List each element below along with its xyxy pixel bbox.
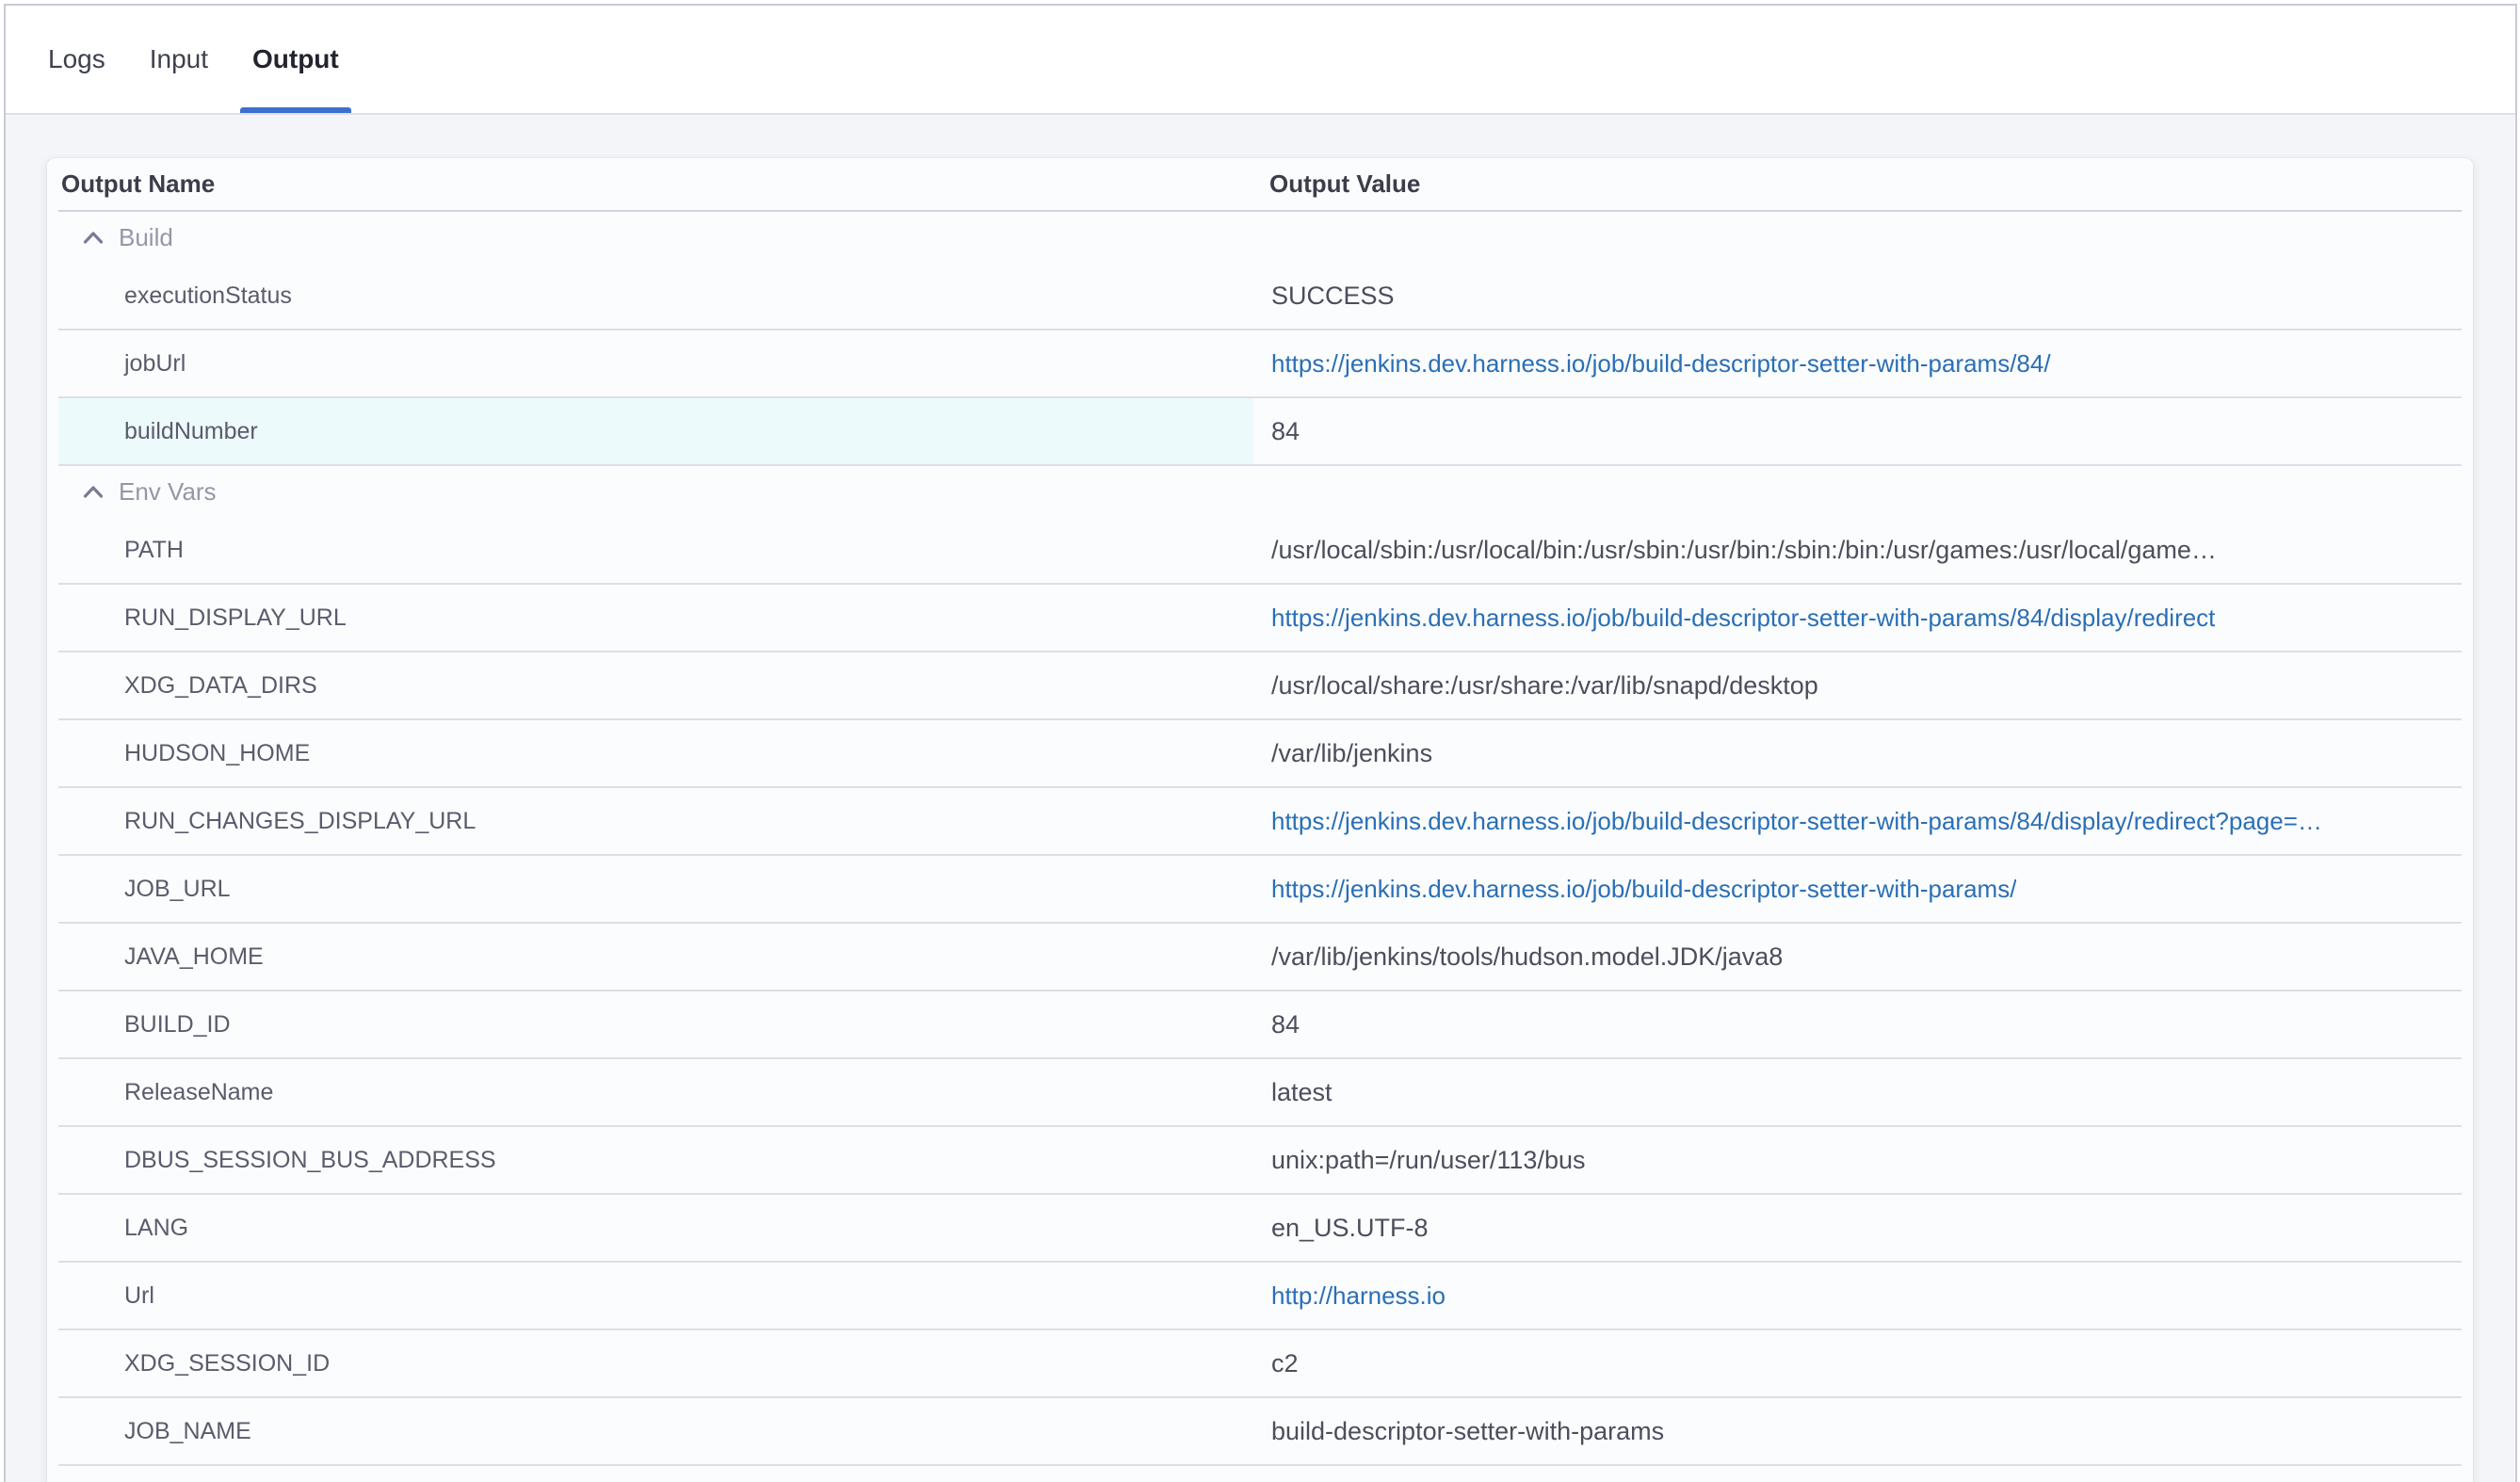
- group-label: Build: [119, 223, 173, 252]
- step-details-drawer: LogsInputOutput Output Name Output Value…: [4, 4, 2517, 1482]
- output-value-cell: https://jenkins.dev.harness.io/job/build…: [1253, 788, 2462, 854]
- table-row[interactable]: buildNumber84: [58, 398, 2462, 466]
- tab-logs[interactable]: Logs: [36, 6, 118, 113]
- tab-input[interactable]: Input: [137, 6, 220, 113]
- table-row[interactable]: XDG_DATA_DIRS/usr/local/share:/usr/share…: [58, 652, 2462, 720]
- output-name-cell: RUN_DISPLAY_URL: [58, 585, 1253, 651]
- table-row[interactable]: LANGen_US.UTF-8: [58, 1195, 2462, 1263]
- table-row[interactable]: PATH/usr/local/sbin:/usr/local/bin:/usr/…: [58, 517, 2462, 585]
- output-value-cell: /usr/local/share:/usr/share:/var/lib/sna…: [1253, 652, 2462, 718]
- output-value-cell: https://jenkins.dev.harness.io/job/build…: [1253, 330, 2462, 396]
- output-value-cell: 84: [1253, 991, 2462, 1057]
- table-row[interactable]: jobUrl https://jenkins.dev.harness.io/job…: [58, 330, 2462, 398]
- table-row[interactable]: JAVA_HOME/var/lib/jenkins/tools/hudson.m…: [58, 924, 2462, 991]
- group-label: Env Vars: [119, 477, 217, 507]
- tab-output[interactable]: Output: [240, 6, 351, 113]
- output-name-cell: DBUS_SESSION_BUS_ADDRESS: [58, 1127, 1253, 1193]
- tab-bar: LogsInputOutput: [6, 6, 2515, 115]
- output-name-cell: buildNumber: [58, 398, 1253, 464]
- output-value-cell: /var/lib/jenkins: [1253, 720, 2462, 786]
- output-value-link[interactable]: https://jenkins.dev.harness.io/job/build…: [1271, 604, 2215, 633]
- table-row[interactable]: JOB_URL https://jenkins.dev.harness.io/jo…: [58, 856, 2462, 924]
- table-row[interactable]: HUDSON_HOME/var/lib/jenkins: [58, 720, 2462, 788]
- output-value-link[interactable]: http://harness.io: [1271, 1281, 1446, 1311]
- output-name-cell: JOB_NAME: [58, 1398, 1253, 1464]
- output-value-cell: https://jenkins.dev.harness.io/job/build…: [1253, 856, 2462, 922]
- table-row[interactable]: RUN_CHANGES_DISPLAY_URL https://jenkins.d…: [58, 788, 2462, 856]
- output-value-cell: latest: [1253, 1059, 2462, 1125]
- output-value-link[interactable]: https://jenkins.dev.harness.io/job/build…: [1271, 349, 2051, 379]
- output-value-link[interactable]: https://jenkins.dev.harness.io/job/build…: [1271, 807, 2322, 836]
- output-name-cell: ReleaseName: [58, 1059, 1253, 1125]
- output-value-cell: /var/lib/jenkins/tools/hudson.model.JDK/…: [1253, 924, 2462, 990]
- output-name-cell: XDG_SESSION_ID: [58, 1330, 1253, 1396]
- table-row[interactable]: executionStatusSUCCESS: [58, 263, 2462, 330]
- drawer-body: Output Name Output Value Build executionS…: [6, 115, 2515, 1482]
- output-name-cell: HUDSON_HOME: [58, 720, 1253, 786]
- table-row[interactable]: Url http://harness.io: [58, 1263, 2462, 1330]
- output-value-cell: /usr/local/sbin:/usr/local/bin:/usr/sbin…: [1253, 517, 2462, 583]
- chevron-up-icon: [83, 485, 104, 499]
- group-row-build[interactable]: Build: [58, 212, 2462, 263]
- output-name-cell: Url: [58, 1263, 1253, 1329]
- output-value-cell: c2: [1253, 1330, 2462, 1396]
- table-row[interactable]: RUN_DISPLAY_URL https://jenkins.dev.harne…: [58, 585, 2462, 652]
- output-value-cell: unix:path=/run/user/113/bus: [1253, 1127, 2462, 1193]
- output-name-cell: JOB_URL: [58, 856, 1253, 922]
- output-table-card: Output Name Output Value Build executionS…: [47, 158, 2473, 1482]
- output-value-cell: https://jenkins.dev.harness.io/job/build…: [1253, 585, 2462, 651]
- output-name-cell: PATH: [58, 517, 1253, 583]
- column-header-output-value: Output Value: [1253, 169, 2462, 199]
- table-row[interactable]: DBUS_SESSION_BUS_ADDRESSunix:path=/run/u…: [58, 1127, 2462, 1195]
- output-value-link[interactable]: https://jenkins.dev.harness.io/job/build…: [1271, 875, 2016, 904]
- output-name-cell: JAVA_HOME: [58, 924, 1253, 990]
- output-name-cell: XDG_DATA_DIRS: [58, 652, 1253, 718]
- output-name-cell: jobUrl: [58, 330, 1253, 396]
- chevron-up-icon: [83, 231, 104, 245]
- table-body: Build executionStatusSUCCESSjobUrl https:/…: [58, 212, 2462, 1466]
- output-value-cell: en_US.UTF-8: [1253, 1195, 2462, 1261]
- output-value-cell: SUCCESS: [1253, 263, 2462, 329]
- output-name-cell: RUN_CHANGES_DISPLAY_URL: [58, 788, 1253, 854]
- output-value-cell: build-descriptor-setter-with-params: [1253, 1398, 2462, 1464]
- output-value-cell: 84: [1253, 398, 2462, 464]
- output-value-cell: http://harness.io: [1253, 1263, 2462, 1329]
- column-header-output-name: Output Name: [58, 169, 1253, 199]
- table-row[interactable]: JOB_NAMEbuild-descriptor-setter-with-par…: [58, 1398, 2462, 1466]
- group-row-env-vars[interactable]: Env Vars: [58, 466, 2462, 517]
- output-name-cell: LANG: [58, 1195, 1253, 1261]
- table-header-row: Output Name Output Value: [58, 158, 2462, 212]
- output-name-cell: BUILD_ID: [58, 991, 1253, 1057]
- table-row[interactable]: BUILD_ID84: [58, 991, 2462, 1059]
- table-row[interactable]: ReleaseNamelatest: [58, 1059, 2462, 1127]
- table-row[interactable]: XDG_SESSION_IDc2: [58, 1330, 2462, 1398]
- output-name-cell: executionStatus: [58, 263, 1253, 329]
